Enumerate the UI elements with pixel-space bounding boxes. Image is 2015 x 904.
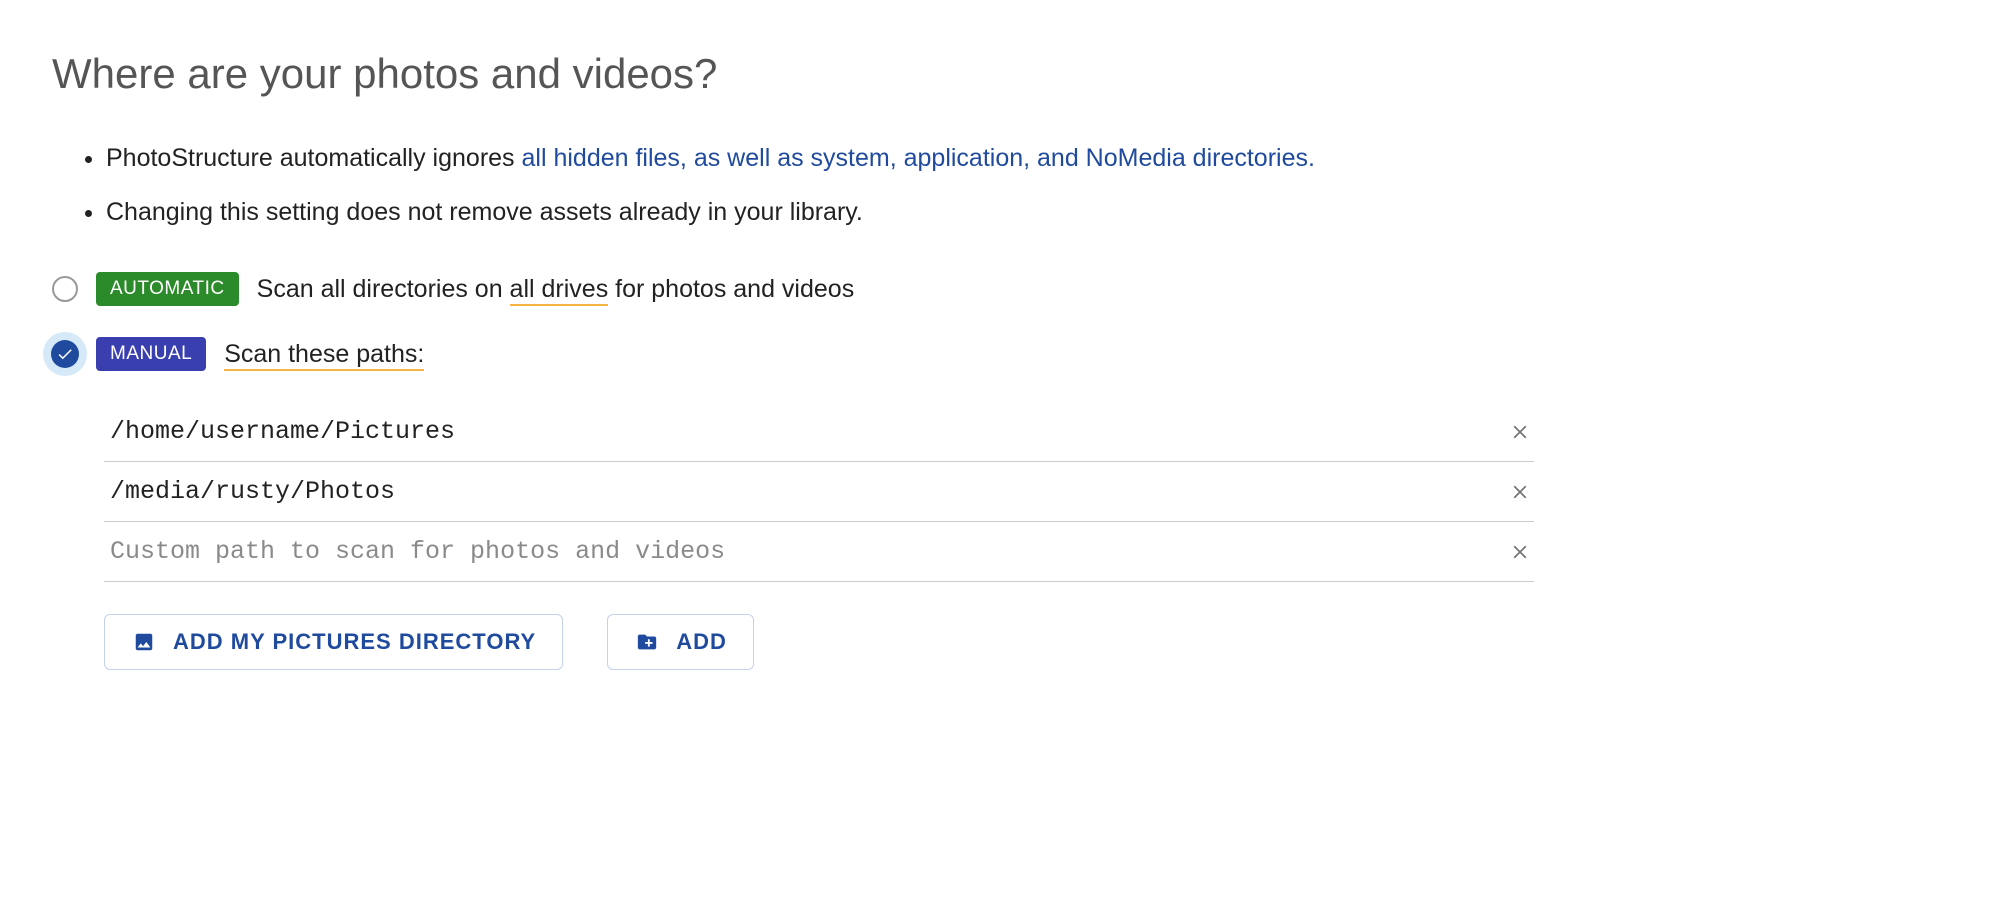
option-manual[interactable]: MANUAL Scan these paths: [52, 332, 1963, 376]
page-title: Where are your photos and videos? [52, 50, 1963, 98]
option-automatic-text-before: Scan all directories on [257, 275, 510, 303]
info-list: PhotoStructure automatically ignores all… [106, 138, 1963, 232]
option-manual-text: Scan these paths: [224, 340, 424, 369]
radio-automatic[interactable] [52, 276, 78, 302]
add-folder-icon [634, 631, 660, 653]
option-automatic[interactable]: AUTOMATIC Scan all directories on all dr… [52, 272, 1963, 306]
paths-block [104, 402, 1534, 582]
close-icon [1509, 541, 1531, 563]
buttons-row: ADD MY PICTURES DIRECTORY ADD [104, 614, 1963, 670]
add-pictures-directory-label: ADD MY PICTURES DIRECTORY [173, 629, 536, 655]
path-input[interactable] [104, 467, 1496, 516]
remove-path-button[interactable] [1506, 418, 1534, 446]
info-item-ignores: PhotoStructure automatically ignores all… [106, 138, 1963, 178]
radio-manual-halo [43, 332, 87, 376]
badge-manual: MANUAL [96, 337, 206, 371]
option-automatic-text: Scan all directories on all drives for p… [257, 275, 855, 304]
scan-paths-underlined: Scan these paths: [224, 340, 424, 371]
radio-manual[interactable] [51, 340, 79, 368]
remove-path-button[interactable] [1506, 538, 1534, 566]
option-automatic-text-after: for photos and videos [608, 275, 854, 303]
add-button-label: ADD [676, 629, 727, 655]
ignored-dirs-link[interactable]: all hidden files, as well as system, app… [522, 144, 1315, 172]
close-icon [1509, 421, 1531, 443]
check-icon [56, 345, 74, 363]
badge-automatic: AUTOMATIC [96, 272, 239, 306]
add-button[interactable]: ADD [607, 614, 754, 670]
remove-path-button[interactable] [1506, 478, 1534, 506]
picture-folder-icon [131, 631, 157, 653]
path-row [104, 402, 1534, 462]
close-icon [1509, 481, 1531, 503]
info-item-no-remove: Changing this setting does not remove as… [106, 192, 1963, 232]
all-drives-underlined: all drives [510, 275, 609, 306]
path-input[interactable] [104, 407, 1496, 456]
path-row-new [104, 522, 1534, 582]
path-row [104, 462, 1534, 522]
add-pictures-directory-button[interactable]: ADD MY PICTURES DIRECTORY [104, 614, 563, 670]
info-item-text: PhotoStructure automatically ignores [106, 144, 522, 172]
path-input-new[interactable] [104, 527, 1496, 576]
